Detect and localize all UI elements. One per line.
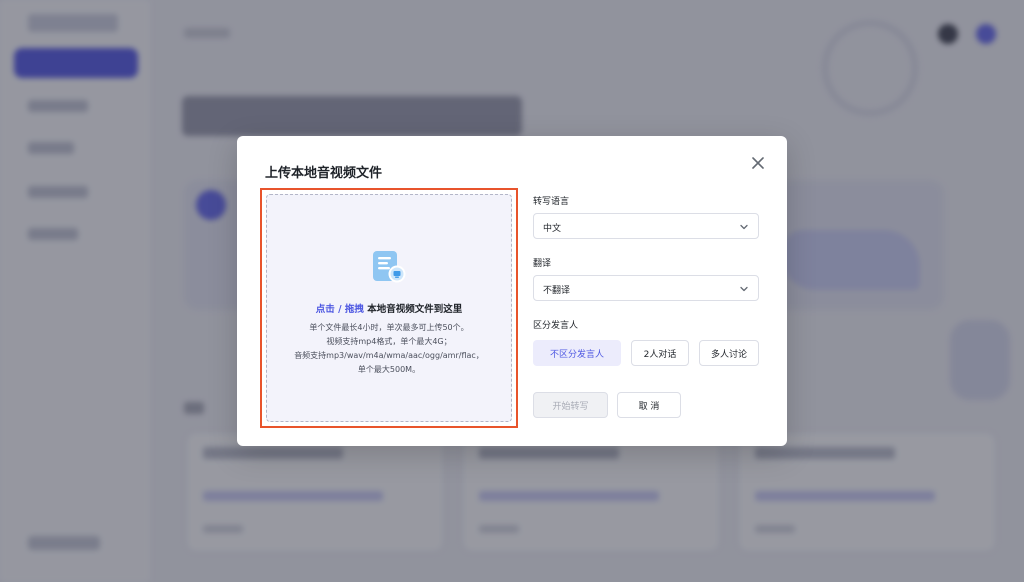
- speaker-option-multi[interactable]: 多人讨论: [699, 340, 759, 366]
- upload-limits: 单个文件最长4小时，单次最多可上传50个。 视频支持mp4格式，单个最大4G； …: [267, 321, 511, 377]
- cancel-button[interactable]: 取 消: [617, 392, 681, 418]
- transcribe-language-value: 中文: [543, 224, 562, 234]
- start-transcribe-button[interactable]: 开始转写: [533, 392, 608, 418]
- upload-main-text: 本地音视频文件到这里: [363, 304, 463, 315]
- file-upload-icon: [373, 251, 406, 283]
- chevron-down-icon: [740, 286, 748, 292]
- upload-limit-line: 视频支持mp4格式，单个最大4G；: [326, 337, 452, 346]
- transcribe-language-label: 转写语言: [533, 197, 570, 207]
- upload-limit-line: 音频支持mp3/wav/m4a/wma/aac/ogg/amr/flac，: [294, 351, 484, 360]
- upload-click-link[interactable]: 点击 / 拖拽: [316, 304, 364, 315]
- close-icon: [752, 157, 764, 169]
- speaker-option-none[interactable]: 不区分发言人: [533, 340, 621, 366]
- speaker-option-two[interactable]: 2人对话: [631, 340, 689, 366]
- upload-limit-line: 单个文件最长4小时，单次最多可上传50个。: [309, 323, 469, 332]
- dialog-title: 上传本地音视频文件: [265, 166, 383, 181]
- close-button[interactable]: [749, 154, 767, 172]
- upload-area-highlight: 点击 / 拖拽 本地音视频文件到这里 单个文件最长4小时，单次最多可上传50个。…: [260, 188, 518, 428]
- transcribe-language-select[interactable]: 中文: [533, 213, 759, 239]
- translate-label: 翻译: [533, 259, 552, 269]
- chevron-down-icon: [740, 224, 748, 230]
- upload-dialog: 上传本地音视频文件 点击 / 拖拽 本地音视频文件到这里 单个文件最长4小时，单…: [237, 136, 787, 446]
- translate-select[interactable]: 不翻译: [533, 275, 759, 301]
- speaker-label: 区分发言人: [533, 321, 579, 331]
- upload-dropzone[interactable]: 点击 / 拖拽 本地音视频文件到这里 单个文件最长4小时，单次最多可上传50个。…: [266, 194, 512, 422]
- translate-value: 不翻译: [543, 286, 571, 296]
- upload-instruction: 点击 / 拖拽 本地音视频文件到这里: [267, 301, 511, 315]
- upload-limit-line: 单个最大500M。: [357, 365, 421, 374]
